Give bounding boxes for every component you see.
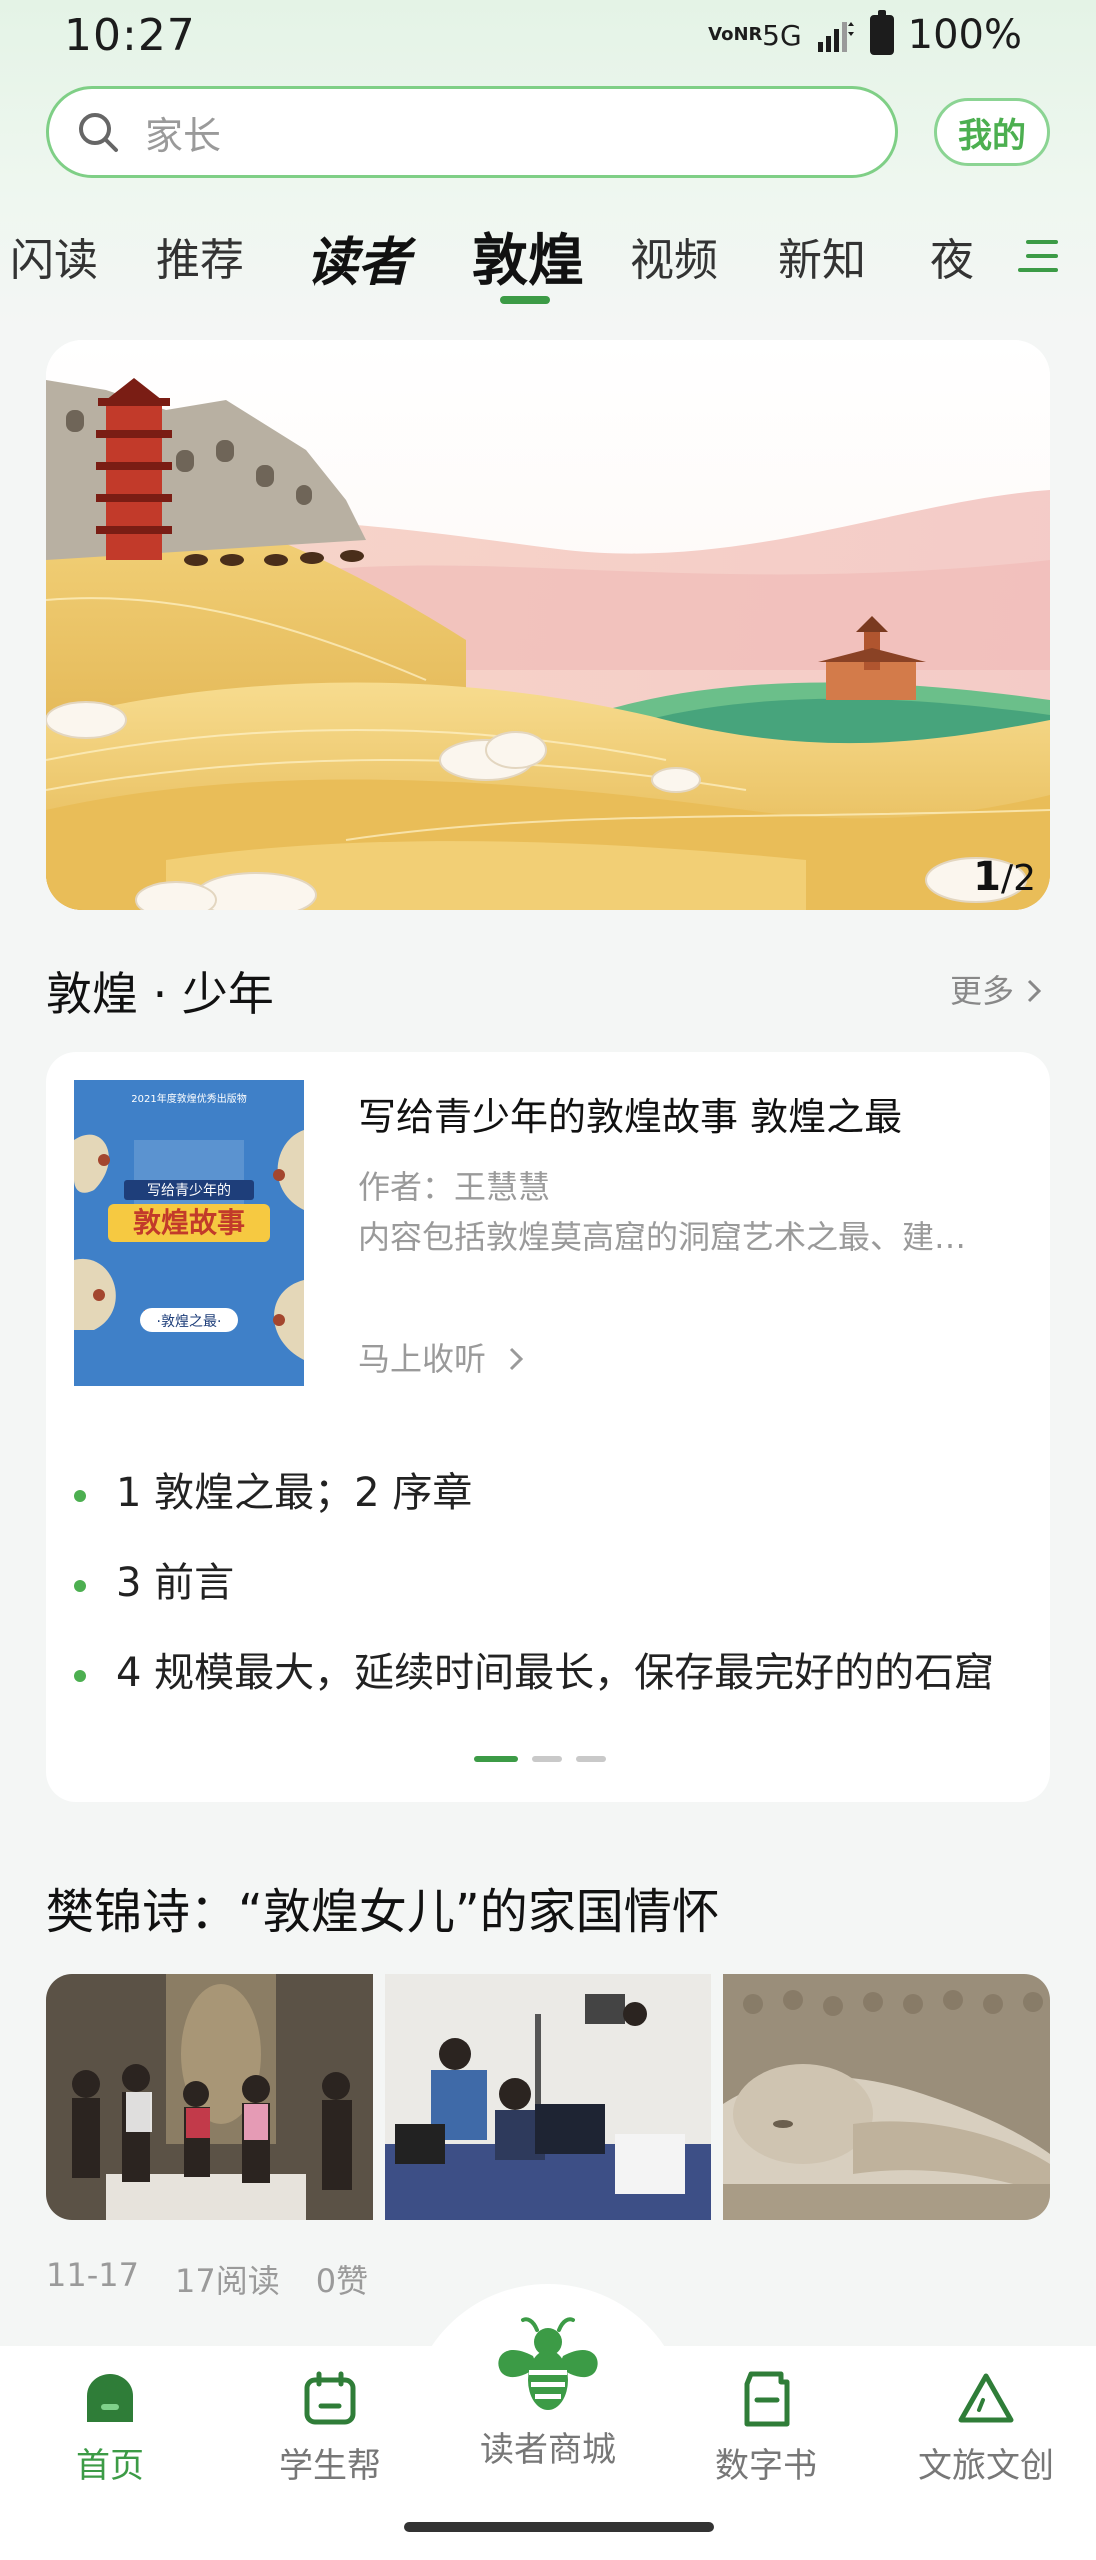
chapter-list: 1 敦煌之最；2 序章 3 前言 4 规模最大，延续时间最长，保存最完好的的石窟 [74, 1448, 1034, 1718]
book-author: 作者：王慧慧 [358, 1168, 551, 1206]
article-likes: 0赞 [315, 2262, 369, 2300]
listen-now-button[interactable]: 马上收听 [358, 1334, 526, 1380]
triangle-icon [958, 2373, 1014, 2423]
tab-video[interactable]: 视频 [630, 224, 718, 288]
nav-shop-label: 读者商城 [480, 2430, 616, 2470]
nav-home-label: 首页 [76, 2446, 144, 2486]
article-title[interactable]: 樊锦诗：“敦煌女儿”的家国情怀 [46, 1872, 720, 1942]
bee-icon [498, 2317, 598, 2410]
pager-dot [576, 1756, 606, 1762]
tab-dunhuang[interactable]: 敦煌 [472, 216, 584, 297]
banner-total-pages: /2 [1000, 858, 1036, 899]
book-title[interactable]: 写给青少年的敦煌故事 敦煌之最 [358, 1086, 902, 1141]
tab-recommend[interactable]: 推荐 [156, 224, 244, 288]
listen-now-label: 马上收听 [358, 1340, 487, 1378]
pager-dot [532, 1756, 562, 1762]
nav-shop[interactable]: 读者商城 [458, 2316, 638, 2471]
status-bar: 10:27 VoNR 5G 100% [0, 0, 1096, 72]
home-indicator [404, 2522, 714, 2532]
cover-top-line: 2021年度敦煌优秀出版物 [131, 1092, 246, 1105]
chapter-label: 3 前言 [116, 1560, 235, 1606]
battery-icon [869, 10, 894, 55]
chevron-right-icon [1028, 979, 1042, 1003]
article-photo-buddha[interactable] [723, 1974, 1050, 2220]
chapter-item[interactable]: 1 敦煌之最；2 序章 [74, 1448, 1034, 1538]
home-icon [87, 2374, 133, 2422]
category-tabs: 闪读 推荐 读者 敦煌 视频 新知 夜 [0, 210, 1096, 310]
pager-dot-active [474, 1756, 518, 1762]
book-description: 内容包括敦煌莫高窟的洞窟艺术之最、建… [358, 1218, 967, 1256]
cover-main-title: 敦煌故事 [133, 1206, 245, 1239]
vonr-label: VoNR [708, 24, 763, 45]
card-pager-dots [474, 1756, 606, 1762]
mine-button[interactable]: 我的 [934, 98, 1050, 166]
tab-xinzhi[interactable]: 新知 [778, 224, 866, 288]
tab-night[interactable]: 夜 [930, 224, 982, 288]
bullet-dot [74, 1670, 86, 1682]
chapter-item[interactable]: 3 前言 [74, 1538, 1034, 1628]
nav-home[interactable]: 首页 [20, 2370, 200, 2487]
signal-icon [816, 18, 856, 52]
menu-icon[interactable] [1018, 236, 1058, 276]
nav-culture[interactable]: 文旅文创 [896, 2370, 1076, 2487]
more-label: 更多 [950, 972, 1015, 1010]
battery-percent: 100% [907, 12, 1022, 58]
search-placeholder: 家长 [145, 113, 222, 158]
article-meta: 11-17 17阅读 0赞 [46, 2256, 368, 2302]
banner-carousel[interactable]: 1/2 [46, 340, 1050, 910]
student-icon [304, 2371, 356, 2425]
search-input[interactable]: 家长 [46, 86, 898, 178]
cover-subtitle: 写给青少年的 [147, 1183, 231, 1199]
nav-student-label: 学生帮 [279, 2446, 381, 2486]
search-icon [79, 113, 118, 152]
status-icons: VoNR 5G 100% [708, 10, 1022, 58]
nav-culture-label: 文旅文创 [918, 2446, 1054, 2486]
bullet-dot [74, 1580, 86, 1592]
chapter-item[interactable]: 4 规模最大，延续时间最长，保存最完好的的石窟 [74, 1628, 1034, 1718]
nav-student[interactable]: 学生帮 [240, 2370, 420, 2487]
book-card[interactable]: 2021年度敦煌优秀出版物 写给青少年的 敦煌故事 ·敦煌之最· 写给青少年的敦… [46, 1052, 1050, 1802]
tab-shandu[interactable]: 闪读 [10, 224, 98, 288]
banner-pager: 1/2 [973, 854, 1036, 900]
banner-current-page: 1 [973, 854, 1001, 900]
network-label: 5G [762, 18, 802, 52]
desert-landscape-illustration [46, 340, 1050, 910]
status-time: 10:27 [64, 10, 196, 61]
article-photo-computer[interactable] [384, 1974, 712, 2220]
nav-digital-book[interactable]: 数字书 [676, 2370, 856, 2487]
section-title: 敦煌 · 少年 [46, 967, 274, 1021]
article-reads: 17阅读 [174, 2262, 280, 2300]
book-cover-art: 2021年度敦煌优秀出版物 写给青少年的 敦煌故事 ·敦煌之最· [74, 1080, 304, 1386]
nav-digital-book-label: 数字书 [715, 2446, 817, 2486]
cover-bottom-title: ·敦煌之最· [157, 1314, 222, 1330]
book-cover-image[interactable]: 2021年度敦煌优秀出版物 写给青少年的 敦煌故事 ·敦煌之最· [74, 1080, 304, 1386]
chapter-label: 1 敦煌之最；2 序章 [116, 1470, 473, 1516]
article-image-strip[interactable] [46, 1974, 1050, 2220]
more-link[interactable]: 更多 [950, 966, 1044, 1012]
article-photo-group[interactable] [46, 1974, 373, 2220]
article-date: 11-17 [46, 2256, 139, 2294]
active-tab-indicator [500, 296, 550, 304]
book-icon [744, 2371, 790, 2427]
tab-duzhe[interactable]: 读者 [306, 220, 417, 295]
chapter-label: 4 规模最大，延续时间最长，保存最完好的的石窟 [116, 1650, 995, 1696]
chevron-right-icon [510, 1347, 524, 1371]
bullet-dot [74, 1490, 86, 1502]
tab-duzhe-label: 读者 [306, 232, 411, 293]
